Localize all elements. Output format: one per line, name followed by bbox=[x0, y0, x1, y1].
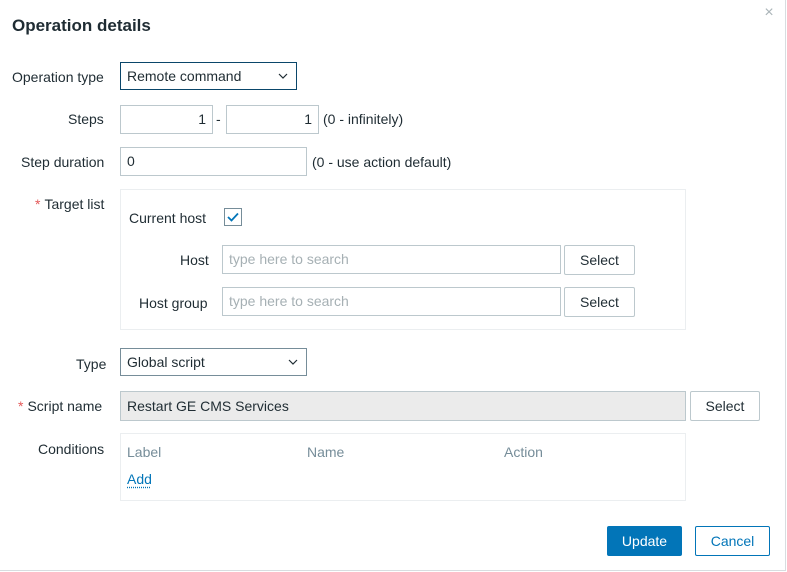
operation-details-dialog: Operation details × Operation type Remot… bbox=[0, 0, 786, 571]
chevron-down-icon bbox=[288, 359, 298, 365]
steps-label: Steps bbox=[68, 111, 104, 127]
target-list-label: * Target list bbox=[35, 196, 105, 212]
chevron-down-icon bbox=[278, 73, 288, 79]
steps-to-input[interactable]: 1 bbox=[226, 105, 319, 134]
dialog-title: Operation details bbox=[12, 16, 151, 35]
column-header-label: Label bbox=[127, 444, 162, 460]
host-search-input[interactable]: type here to search bbox=[222, 245, 561, 274]
required-mark: * bbox=[35, 196, 41, 212]
operation-type-select[interactable]: Remote command bbox=[120, 62, 297, 90]
operation-type-label: Operation type bbox=[12, 69, 104, 85]
required-mark: * bbox=[18, 398, 24, 414]
script-name-label: * Script name bbox=[18, 398, 103, 414]
host-select-button[interactable]: Select bbox=[564, 245, 635, 275]
step-duration-label: Step duration bbox=[21, 154, 105, 170]
step-duration-input[interactable]: 0 bbox=[120, 147, 307, 176]
current-host-checkbox[interactable] bbox=[224, 208, 242, 226]
script-select-button[interactable]: Select bbox=[690, 391, 760, 421]
type-label: Type bbox=[76, 356, 107, 372]
steps-hint: (0 - infinitely) bbox=[323, 111, 404, 127]
step-duration-hint: (0 - use action default) bbox=[312, 154, 452, 170]
add-condition-link[interactable]: Add bbox=[127, 471, 152, 487]
conditions-label: Conditions bbox=[38, 441, 105, 457]
script-name-input: Restart GE CMS Services bbox=[120, 391, 686, 421]
operation-type-value: Remote command bbox=[127, 68, 242, 84]
update-button[interactable]: Update bbox=[607, 526, 682, 556]
type-value: Global script bbox=[127, 354, 205, 370]
conditions-table: Label Name Action Add bbox=[120, 433, 686, 501]
checkmark-icon bbox=[227, 212, 239, 222]
target-list-panel: Current host Host type here to search Se… bbox=[120, 189, 686, 330]
steps-separator: - bbox=[216, 111, 221, 127]
close-icon[interactable]: × bbox=[762, 5, 776, 21]
type-select[interactable]: Global script bbox=[120, 348, 307, 376]
column-header-action: Action bbox=[504, 444, 543, 460]
host-group-select-button[interactable]: Select bbox=[564, 287, 635, 317]
column-header-name: Name bbox=[307, 444, 345, 460]
steps-from-input[interactable]: 1 bbox=[120, 105, 213, 134]
host-group-search-input[interactable]: type here to search bbox=[222, 287, 561, 316]
host-label: Host bbox=[180, 252, 209, 268]
current-host-label: Current host bbox=[129, 210, 207, 226]
host-group-label: Host group bbox=[139, 295, 208, 311]
cancel-button[interactable]: Cancel bbox=[695, 526, 770, 556]
